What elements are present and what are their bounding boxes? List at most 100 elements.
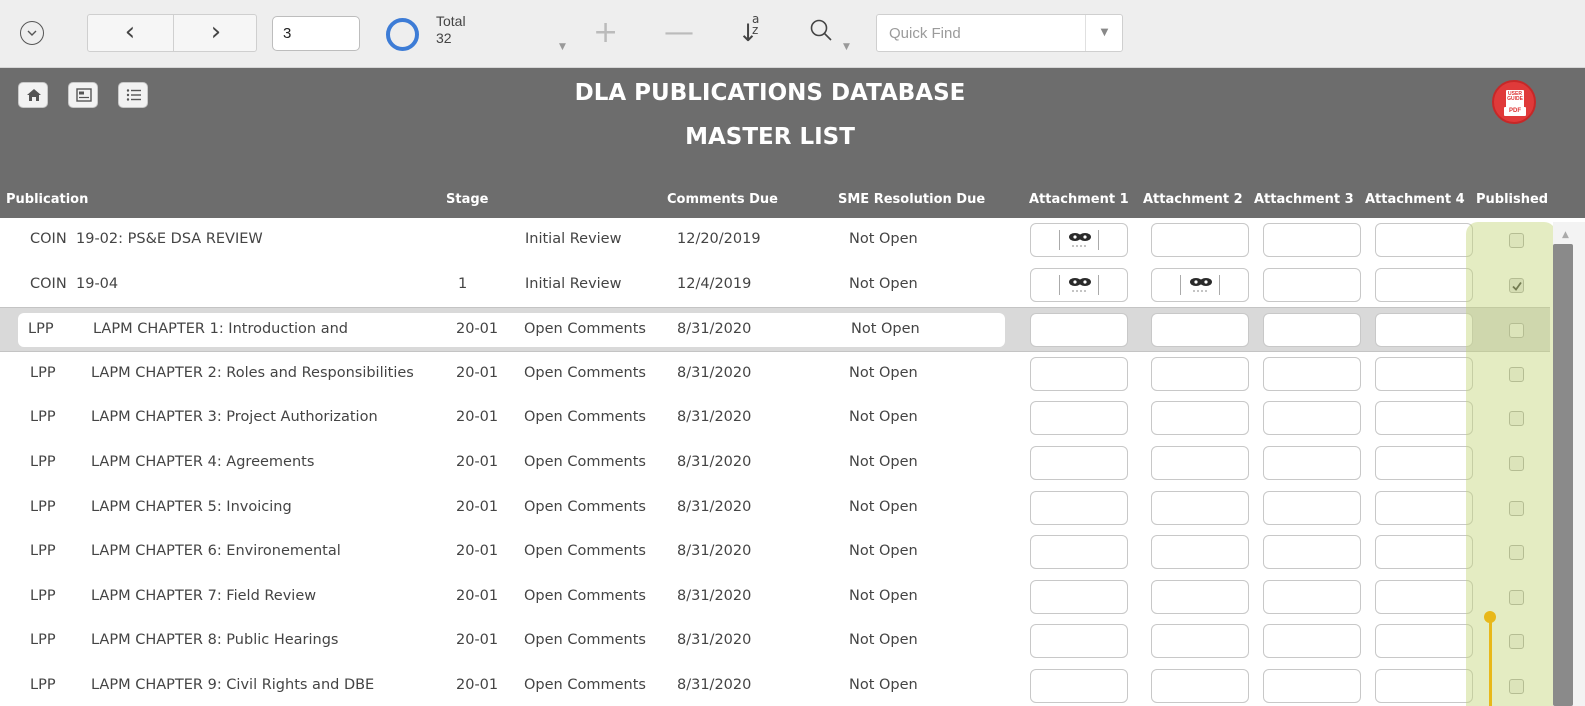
dropdown-caret-icon[interactable]: ▼	[559, 42, 566, 52]
column-header-publication[interactable]: Publication	[6, 192, 88, 207]
attachment-4-container[interactable]	[1375, 267, 1473, 302]
attachment-2-container[interactable]	[1151, 356, 1249, 391]
attachment-4-container[interactable]	[1375, 313, 1473, 348]
pdf-user-guide-icon[interactable]: USER GUIDE PDF	[1492, 80, 1536, 124]
table-row[interactable]: LPP LAPM CHAPTER 8: Public Hearings 20-01 O…	[0, 619, 1550, 664]
chevron-right-icon[interactable]: ›	[174, 15, 258, 51]
column-header-attachment-3[interactable]: Attachment 3	[1254, 192, 1354, 207]
search-icon[interactable]	[809, 18, 835, 48]
attachment-2-container[interactable]	[1151, 579, 1249, 614]
column-header-attachment-1[interactable]: Attachment 1	[1029, 192, 1129, 207]
table-row[interactable]: COIN 19-02: PS&E DSA REVIEW Initial Review…	[0, 218, 1550, 263]
published-checkbox[interactable]	[1509, 233, 1524, 248]
attachment-1-container[interactable]	[1030, 535, 1128, 570]
collapse-circle-icon[interactable]	[20, 21, 44, 45]
row-sme-resolution: Not Open	[849, 587, 918, 604]
chevron-left-icon[interactable]: ‹	[88, 15, 172, 51]
pie-icon[interactable]	[386, 18, 419, 51]
attachment-4-container[interactable]	[1375, 401, 1473, 436]
published-checkbox[interactable]	[1509, 456, 1524, 471]
attachment-3-container[interactable]	[1263, 490, 1361, 525]
table-row[interactable]: LPP LAPM CHAPTER 9: Civil Rights and DBE 2…	[0, 664, 1550, 706]
table-row[interactable]: LPP LAPM CHAPTER 1: Introduction and 20-01…	[0, 307, 1550, 352]
table-row[interactable]: LPP LAPM CHAPTER 5: Invoicing 20-01 Open Co…	[0, 486, 1550, 531]
attachment-3-container[interactable]	[1263, 446, 1361, 480]
table-row[interactable]: COIN 19-04 1 Initial Review 12/4/2019 Not Ope…	[0, 263, 1550, 308]
published-checkbox[interactable]	[1509, 366, 1524, 382]
column-header-comments-due[interactable]: Comments Due	[667, 192, 778, 207]
attachment-4-container[interactable]	[1375, 579, 1473, 614]
attachment-3-container[interactable]	[1263, 267, 1361, 302]
table-row[interactable]: LPP LAPM CHAPTER 3: Project Authorization…	[0, 396, 1550, 441]
quick-find-input[interactable]	[877, 15, 1087, 51]
scroll-thumb[interactable]	[1553, 244, 1573, 706]
attachment-3-container[interactable]	[1263, 223, 1361, 257]
attachment-2-container[interactable]	[1151, 490, 1249, 525]
table-row[interactable]: LPP LAPM CHAPTER 6: Environemental 20-01 Op…	[0, 530, 1550, 575]
attachment-1-container[interactable]	[1030, 223, 1128, 257]
minus-icon[interactable]: —	[664, 18, 694, 48]
attachment-1-container[interactable]	[1030, 356, 1128, 391]
row-sme-resolution: Not Open	[849, 275, 918, 292]
attachment-4-container[interactable]	[1375, 446, 1473, 480]
table-row[interactable]: LPP LAPM CHAPTER 7: Field Review 20-01 Open…	[0, 575, 1550, 620]
attachment-3-container[interactable]	[1263, 535, 1361, 570]
attachment-4-container[interactable]	[1375, 669, 1473, 703]
attachment-4-container[interactable]	[1375, 490, 1473, 525]
attachment-3-container[interactable]	[1263, 356, 1361, 391]
chevron-down-icon[interactable]: ▼	[1085, 15, 1123, 51]
published-checkbox[interactable]	[1509, 634, 1524, 650]
column-header-sme-due[interactable]: SME Resolution Due	[838, 192, 985, 207]
column-header-published[interactable]: Published	[1476, 192, 1548, 207]
attachment-thumbnail-icon[interactable]	[1059, 274, 1099, 295]
column-header-stage[interactable]: Stage	[446, 192, 488, 207]
attachment-4-container[interactable]	[1375, 535, 1473, 570]
attachment-2-container[interactable]	[1151, 401, 1249, 436]
attachment-2-container[interactable]	[1151, 624, 1249, 659]
attachment-2-container[interactable]	[1151, 223, 1249, 257]
published-checkbox[interactable]	[1509, 589, 1524, 605]
published-checkbox[interactable]	[1509, 323, 1524, 339]
attachment-1-container[interactable]	[1030, 446, 1128, 480]
published-checkbox[interactable]	[1509, 679, 1524, 694]
attachment-thumbnail-icon[interactable]	[1059, 230, 1099, 250]
published-checkbox[interactable]	[1509, 277, 1524, 293]
attachment-2-container[interactable]	[1151, 446, 1249, 480]
attachment-1-container[interactable]	[1030, 669, 1128, 703]
attachment-4-container[interactable]	[1375, 624, 1473, 659]
column-header-attachment-2[interactable]: Attachment 2	[1143, 192, 1243, 207]
table-row[interactable]: LPP LAPM CHAPTER 4: Agreements 20-01 Open C…	[0, 441, 1550, 486]
scroll-up-icon[interactable]: ▲	[1562, 230, 1569, 240]
attachment-1-container[interactable]	[1030, 579, 1128, 614]
attachment-2-container[interactable]	[1151, 267, 1249, 302]
attachment-1-container[interactable]	[1030, 624, 1128, 659]
plus-icon[interactable]: +	[593, 18, 618, 48]
column-header-attachment-4[interactable]: Attachment 4	[1365, 192, 1465, 207]
attachment-thumbnail-icon[interactable]	[1180, 274, 1220, 295]
attachment-3-container[interactable]	[1263, 624, 1361, 659]
row-stage: Open Comments	[524, 409, 646, 426]
attachment-4-container[interactable]	[1375, 356, 1473, 391]
row-comments-due: 8/31/2020	[677, 364, 752, 381]
attachment-1-container[interactable]	[1030, 267, 1128, 302]
published-checkbox[interactable]	[1509, 500, 1524, 516]
row-comments-due: 8/31/2020	[677, 409, 752, 426]
published-checkbox[interactable]	[1509, 411, 1524, 427]
published-checkbox[interactable]	[1509, 545, 1524, 561]
attachment-2-container[interactable]	[1151, 313, 1249, 348]
attachment-3-container[interactable]	[1263, 401, 1361, 436]
vertical-scrollbar[interactable]: ▲	[1553, 222, 1585, 706]
attachment-2-container[interactable]	[1151, 535, 1249, 570]
attachment-4-container[interactable]	[1375, 223, 1473, 257]
attachment-1-container[interactable]	[1030, 490, 1128, 525]
attachment-1-container[interactable]	[1030, 313, 1128, 348]
attachment-2-container[interactable]	[1151, 669, 1249, 703]
attachment-3-container[interactable]	[1263, 579, 1361, 614]
table-row[interactable]: LPP LAPM CHAPTER 2: Roles and Responsibil…	[0, 352, 1550, 397]
dropdown-caret-icon[interactable]: ▼	[843, 42, 850, 52]
sort-az-icon[interactable]: ↓ a z	[738, 13, 759, 48]
attachment-3-container[interactable]	[1263, 313, 1361, 348]
current-record-input[interactable]: 3	[272, 16, 360, 51]
attachment-1-container[interactable]	[1030, 401, 1128, 436]
attachment-3-container[interactable]	[1263, 669, 1361, 703]
